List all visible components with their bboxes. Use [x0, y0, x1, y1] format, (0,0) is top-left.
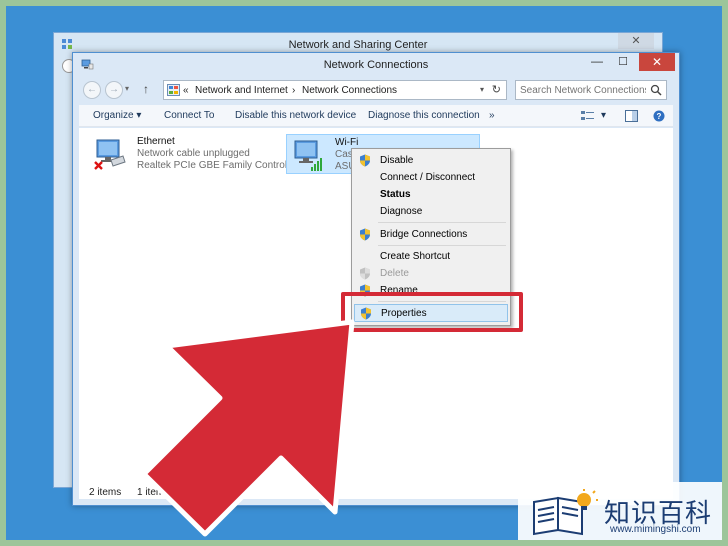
window-title: Network and Sharing Center: [288, 39, 428, 51]
address-row: ← → ▾ ↑ « Network and Internet › Network…: [79, 79, 673, 101]
disable-device-button[interactable]: Disable this network device: [235, 110, 356, 121]
menu-item-bridge-connections[interactable]: Bridge Connections: [354, 226, 508, 243]
site-watermark: 知识百科 www.mimingshi.com: [518, 482, 722, 540]
breadcrumb-separator: ›: [292, 85, 296, 96]
menu-separator: [378, 301, 506, 302]
view-options-dropdown[interactable]: ▾: [601, 110, 606, 121]
help-icon[interactable]: ?: [653, 110, 665, 122]
breadcrumb-network-internet[interactable]: Network and Internet: [195, 85, 288, 96]
breadcrumb-network-connections[interactable]: Network Connections: [302, 85, 397, 96]
forward-button[interactable]: →: [105, 81, 123, 99]
menu-item-properties[interactable]: Properties: [354, 304, 508, 322]
connection-device: Realtek PCIe GBE Family Controller: [137, 160, 299, 171]
book-lightbulb-logo: [533, 489, 598, 536]
menu-item-connect-disconnect[interactable]: Connect / Disconnect: [354, 169, 508, 186]
item-count: 2 items: [89, 487, 122, 498]
ethernet-connection[interactable]: Ethernet Network cable unplugged Realtek…: [89, 134, 298, 172]
address-bar[interactable]: « Network and Internet › Network Connect…: [163, 80, 507, 100]
recent-locations-dropdown[interactable]: ▾: [125, 84, 129, 93]
up-button[interactable]: ↑: [143, 82, 149, 96]
svg-text:?: ?: [657, 112, 662, 121]
refresh-icon[interactable]: ↻: [492, 83, 501, 96]
command-bar: Organize ▾ Connect To Disable this netwo…: [79, 105, 673, 127]
close-button[interactable]: ✕: [618, 33, 654, 49]
connect-to-button[interactable]: Connect To: [164, 110, 214, 121]
maximize-button[interactable]: ☐: [611, 53, 635, 71]
address-dropdown[interactable]: ▾: [480, 85, 484, 94]
menu-separator: [378, 245, 506, 246]
selection-count: 1 item selected: [137, 487, 205, 498]
ethernet-adapter-icon: [94, 139, 126, 170]
menu-item-create-shortcut[interactable]: Create Shortcut: [354, 248, 508, 265]
organize-button[interactable]: Organize ▾: [93, 110, 141, 121]
connection-status: Network cable unplugged: [137, 148, 250, 159]
wifi-adapter-icon: [294, 140, 322, 171]
menu-item-status[interactable]: Status: [354, 186, 508, 203]
close-button[interactable]: ✕: [639, 53, 675, 71]
watermark-url: www.mimingshi.com: [610, 524, 701, 535]
context-menu: Disable Connect / Disconnect Status Diag…: [351, 148, 511, 326]
menu-item-diagnose[interactable]: Diagnose: [354, 203, 508, 220]
uac-shield-icon: [360, 284, 370, 297]
uac-shield-icon: [360, 267, 370, 280]
diagnose-connection-button[interactable]: Diagnose this connection: [368, 110, 480, 121]
uac-shield-icon: [360, 154, 370, 167]
uac-shield-icon: [360, 228, 370, 241]
control-panel-icon: [167, 84, 180, 96]
search-icon[interactable]: [650, 84, 662, 96]
minimize-button[interactable]: —: [585, 53, 609, 71]
connection-name: Ethernet: [137, 136, 175, 147]
menu-item-delete: Delete: [354, 265, 508, 282]
more-commands-button[interactable]: »: [489, 110, 495, 121]
search-box[interactable]: [515, 80, 667, 100]
search-input[interactable]: [520, 83, 646, 97]
menu-separator: [378, 222, 506, 223]
connection-name: Wi-Fi: [335, 137, 359, 148]
menu-item-rename[interactable]: Rename: [354, 282, 508, 299]
preview-pane-icon[interactable]: [625, 110, 638, 122]
view-options-icon[interactable]: [581, 110, 595, 122]
uac-shield-icon: [361, 307, 371, 320]
back-button[interactable]: ←: [83, 81, 101, 99]
breadcrumb-overflow[interactable]: «: [183, 85, 189, 96]
menu-item-disable[interactable]: Disable: [354, 152, 508, 169]
